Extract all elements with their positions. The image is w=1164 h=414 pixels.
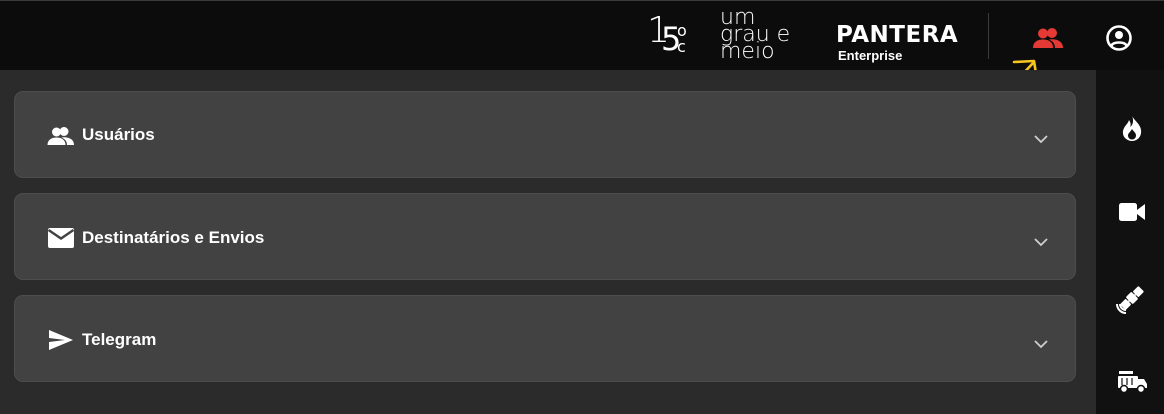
header-divider — [988, 13, 989, 59]
users-button[interactable] — [1031, 21, 1065, 55]
logo-umgrau-line-3: meio — [720, 39, 775, 63]
logo-um-grau-e-meio: um grau e meio — [720, 9, 812, 63]
chevron-down-icon[interactable] — [1031, 232, 1051, 252]
send-icon — [49, 330, 73, 350]
satellite-icon — [1116, 286, 1144, 314]
account-circle-icon — [1106, 25, 1132, 51]
videocam-icon — [1119, 203, 1145, 221]
rail-fire-button[interactable] — [1110, 106, 1154, 150]
chevron-down-icon[interactable] — [1031, 129, 1051, 149]
rail-fire-truck-button[interactable] — [1110, 360, 1154, 404]
users-icon — [1033, 28, 1063, 48]
brand-subtitle: Enterprise — [838, 48, 903, 63]
users-icon — [47, 127, 74, 145]
section-usuarios[interactable]: Usuários — [14, 91, 1076, 178]
section-telegram-icon-wrap — [47, 328, 75, 352]
rail-satellite-button[interactable] — [1110, 276, 1154, 320]
mail-icon — [47, 228, 75, 248]
section-telegram[interactable]: Telegram — [14, 295, 1076, 382]
section-usuarios-icon-wrap — [47, 124, 75, 148]
account-button[interactable] — [1102, 21, 1136, 55]
section-title: Usuários — [82, 125, 155, 144]
rail-video-button[interactable] — [1110, 190, 1154, 234]
fire-icon — [1122, 115, 1142, 141]
section-destinatarios-icon-wrap — [47, 226, 75, 250]
section-title: Destinatários e Envios — [82, 228, 265, 247]
fire-truck-icon — [1118, 371, 1147, 394]
main-content: Usuários Destinatários e Envios Telegram — [0, 70, 1096, 414]
top-bar: 1 5 o c um grau e meio PANTERA Enterpris… — [0, 0, 1164, 70]
chevron-down-icon[interactable] — [1031, 334, 1051, 354]
logo-1-5-c: 1 5 o c — [645, 11, 695, 63]
brand-name: PANTERA — [836, 22, 959, 48]
section-destinatarios-e-envios[interactable]: Destinatários e Envios — [14, 193, 1076, 280]
logo-pantera: PANTERA Enterprise — [836, 23, 966, 63]
right-rail — [1096, 70, 1164, 414]
logo-1-5-unit: c — [677, 37, 686, 56]
section-title: Telegram — [82, 330, 157, 349]
